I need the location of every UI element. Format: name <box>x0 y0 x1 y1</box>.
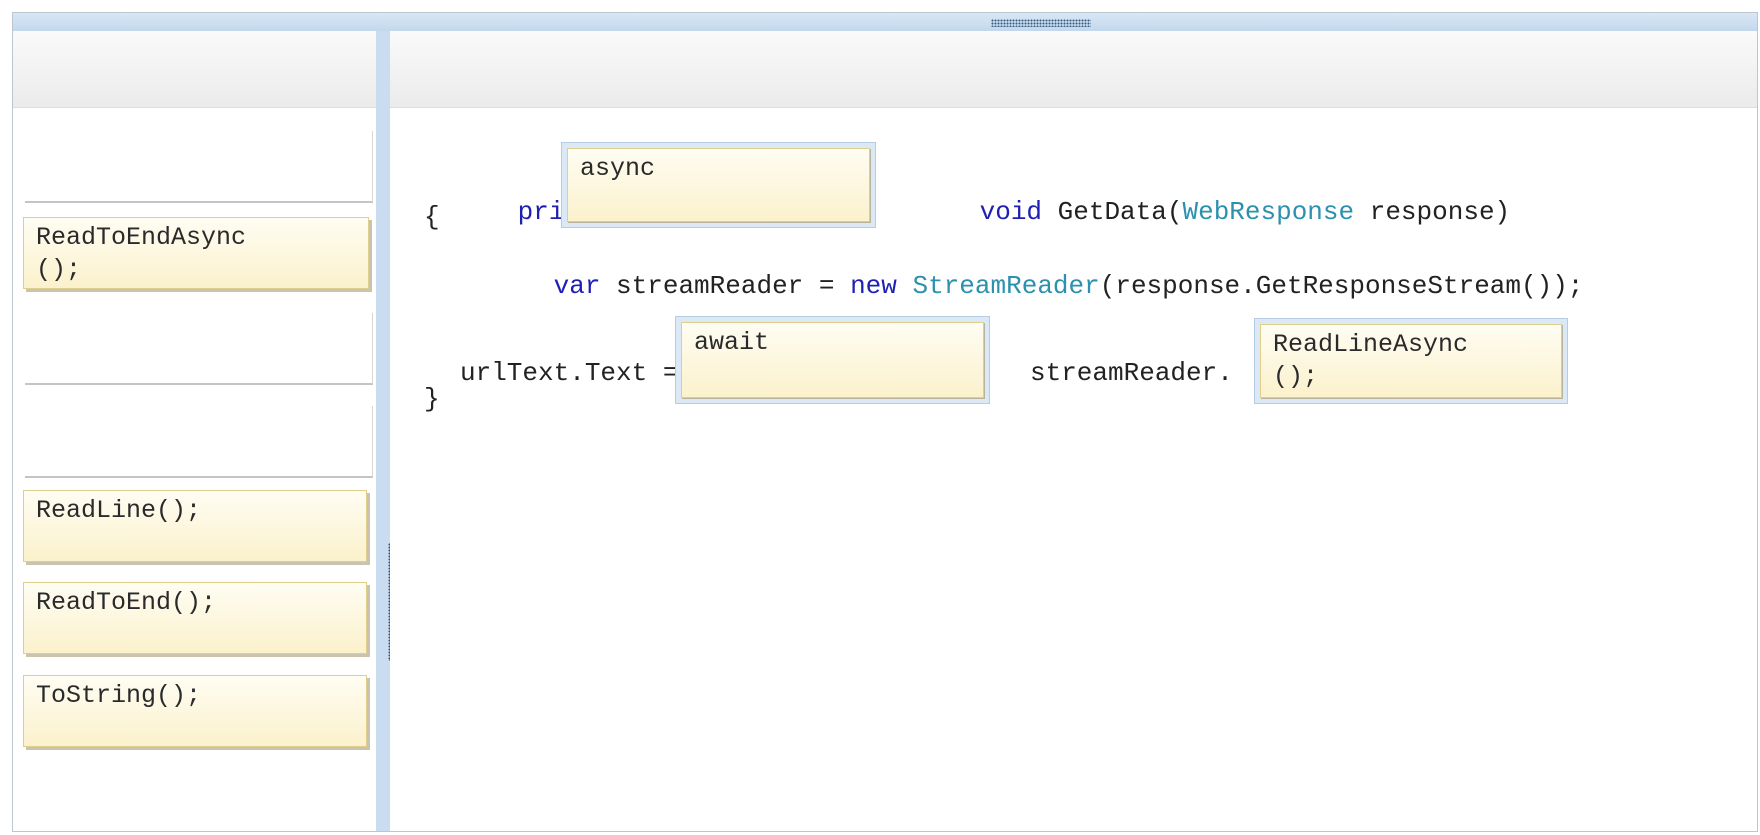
drop-target-3[interactable]: ReadLineAsync (); <box>1254 318 1568 404</box>
keyword-void: void <box>979 197 1043 227</box>
keyword-var: var <box>553 271 601 301</box>
vertical-splitter[interactable] <box>376 31 390 831</box>
empty-choice-slot-3 <box>25 406 373 478</box>
code-brace-open: { <box>424 202 440 232</box>
answer-choices-pane: ReadToEndAsync (); ReadLine(); ReadToEnd… <box>13 31 376 831</box>
parameter-name: response) <box>1354 197 1511 227</box>
code-line-urltext: urlText.Text = <box>460 358 679 388</box>
drop-target-2[interactable]: await <box>675 316 990 404</box>
choices-pane-header <box>13 31 376 108</box>
placed-tile-readlineasync[interactable]: ReadLineAsync (); <box>1260 324 1562 398</box>
placed-tile-await[interactable]: await <box>681 322 984 398</box>
method-name: GetData( <box>1042 197 1183 227</box>
type-streamreader: StreamReader <box>912 271 1100 301</box>
choice-tile-readtoendasync[interactable]: ReadToEndAsync (); <box>23 217 369 289</box>
type-webresponse: WebResponse <box>1182 197 1355 227</box>
choice-tile-readtoend[interactable]: ReadToEnd(); <box>23 582 367 654</box>
empty-choice-slot-1 <box>25 131 373 203</box>
code-brace-close: } <box>424 384 440 414</box>
drop-target-1[interactable]: async <box>561 142 876 228</box>
code-pane-header <box>390 31 1757 108</box>
horizontal-grip-icon[interactable] <box>991 19 1091 27</box>
constructor-args: (response.GetResponseStream()); <box>1099 271 1584 301</box>
code-line-streamreader-call: streamReader. <box>1030 358 1233 388</box>
code-pane: private async void GetData(WebResponse r… <box>390 31 1757 831</box>
choice-tile-tostring[interactable]: ToString(); <box>23 675 367 747</box>
drag-drop-question-frame: ReadToEndAsync (); ReadLine(); ReadToEnd… <box>12 12 1758 832</box>
variable-declaration: streamReader = <box>600 271 851 301</box>
top-splitter-bar[interactable] <box>13 13 1757 31</box>
placed-tile-async[interactable]: async <box>567 148 870 222</box>
keyword-new: new <box>850 271 897 301</box>
empty-choice-slot-2 <box>25 313 373 385</box>
choice-tile-readline[interactable]: ReadLine(); <box>23 490 367 562</box>
